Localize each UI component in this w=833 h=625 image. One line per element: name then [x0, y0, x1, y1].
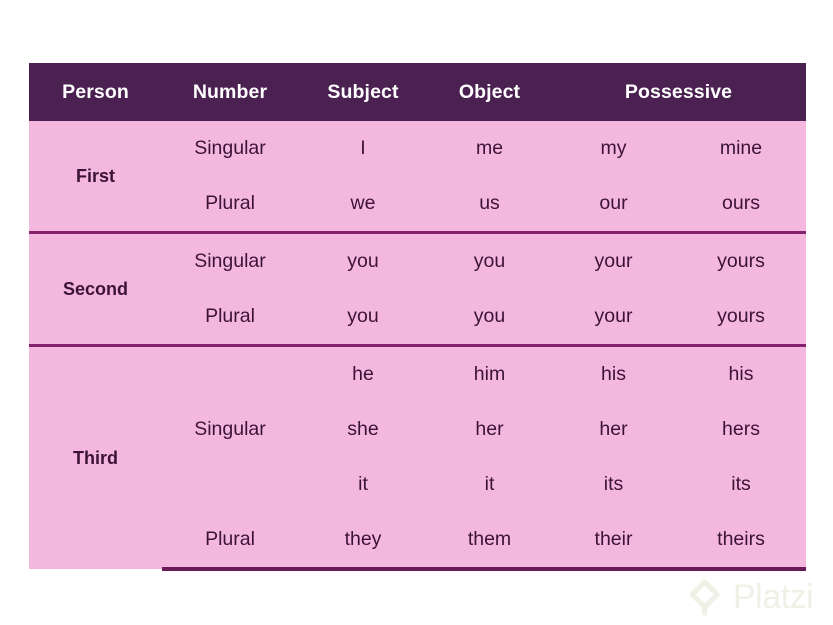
table-row: Third Singular he him his his [29, 344, 807, 569]
platzi-watermark: Platzi [686, 574, 826, 620]
cell-object: you [428, 289, 551, 346]
number-label: Singular [162, 121, 298, 176]
cell-possessive-pronoun: theirs [676, 512, 807, 571]
cell-possessive-adjective: my [551, 121, 676, 176]
cell-possessive-adjective: her [551, 402, 676, 457]
cell-subject: they [298, 512, 428, 571]
number-label: Singular [162, 231, 298, 289]
cell-subject: it [298, 457, 428, 512]
table-body: First Singular I me my mine Plural we us… [29, 121, 807, 571]
cell-subject: you [298, 289, 428, 346]
cell-possessive-adjective: your [551, 231, 676, 289]
cell-possessive-adjective: our [551, 176, 676, 233]
cell-possessive-pronoun: mine [676, 121, 807, 176]
person-label-third: Third [29, 344, 162, 569]
cell-subject: I [298, 121, 428, 176]
platzi-wordmark: Platzi [733, 578, 814, 616]
cell-object: it [428, 457, 551, 512]
cell-possessive-pronoun: ours [676, 176, 807, 233]
cell-subject: she [298, 402, 428, 457]
column-header-number: Number [162, 63, 298, 121]
cell-possessive-adjective: his [551, 344, 676, 402]
column-header-person: Person [29, 63, 162, 121]
cell-possessive-adjective: its [551, 457, 676, 512]
pronoun-table: Person Number Subject Object Possessive … [29, 63, 807, 571]
table-row: Second Singular you you your yours [29, 231, 807, 346]
table-header: Person Number Subject Object Possessive [29, 63, 807, 121]
column-header-subject: Subject [298, 63, 428, 121]
cell-object: us [428, 176, 551, 233]
cell-subject: he [298, 344, 428, 402]
person-label-second: Second [29, 231, 162, 346]
table-header-row: Person Number Subject Object Possessive [29, 63, 807, 121]
number-label: Singular [162, 344, 298, 512]
table-row: First Singular I me my mine [29, 121, 807, 233]
platzi-logo-icon [689, 579, 720, 616]
cell-possessive-pronoun: yours [676, 231, 807, 289]
cell-object: me [428, 121, 551, 176]
cell-object: you [428, 231, 551, 289]
number-label: Plural [162, 289, 298, 346]
cell-object: him [428, 344, 551, 402]
person-label-first: First [29, 121, 162, 233]
column-header-object: Object [428, 63, 551, 121]
pronoun-table-page: Person Number Subject Object Possessive … [0, 0, 833, 625]
cell-object: her [428, 402, 551, 457]
cell-possessive-adjective: your [551, 289, 676, 346]
cell-possessive-pronoun: yours [676, 289, 807, 346]
cell-possessive-pronoun: its [676, 457, 807, 512]
cell-subject: you [298, 231, 428, 289]
cell-possessive-adjective: their [551, 512, 676, 571]
number-label: Plural [162, 176, 298, 233]
number-label: Plural [162, 512, 298, 571]
cell-possessive-pronoun: his [676, 344, 807, 402]
cell-possessive-pronoun: hers [676, 402, 807, 457]
cell-object: them [428, 512, 551, 571]
cell-subject: we [298, 176, 428, 233]
column-header-possessive: Possessive [551, 63, 807, 121]
